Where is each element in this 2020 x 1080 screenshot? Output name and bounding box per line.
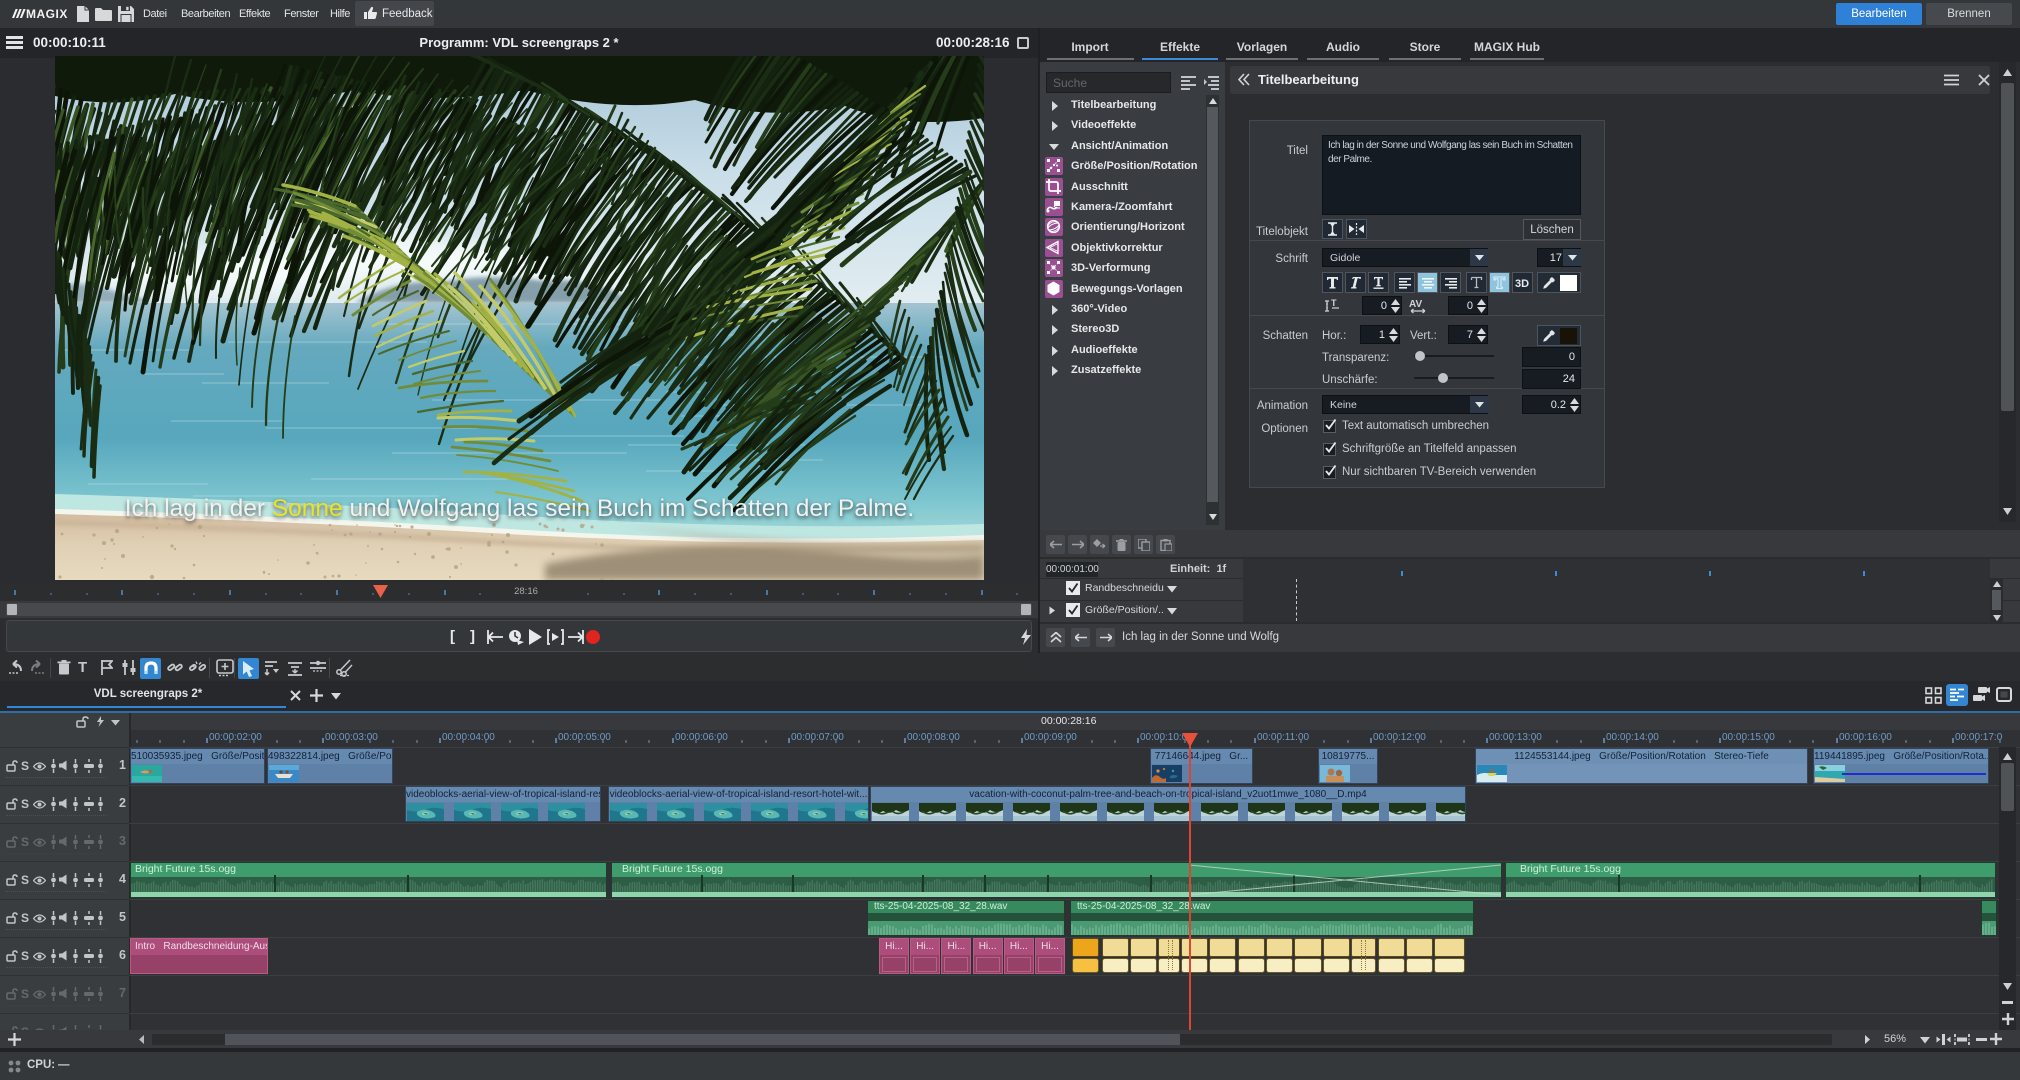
svg-text:T: T	[1331, 298, 1337, 308]
svg-text:MAGIX: MAGIX	[26, 7, 68, 21]
svg-text:AV: AV	[1409, 299, 1422, 310]
svg-text:3D: 3D	[1515, 278, 1529, 289]
